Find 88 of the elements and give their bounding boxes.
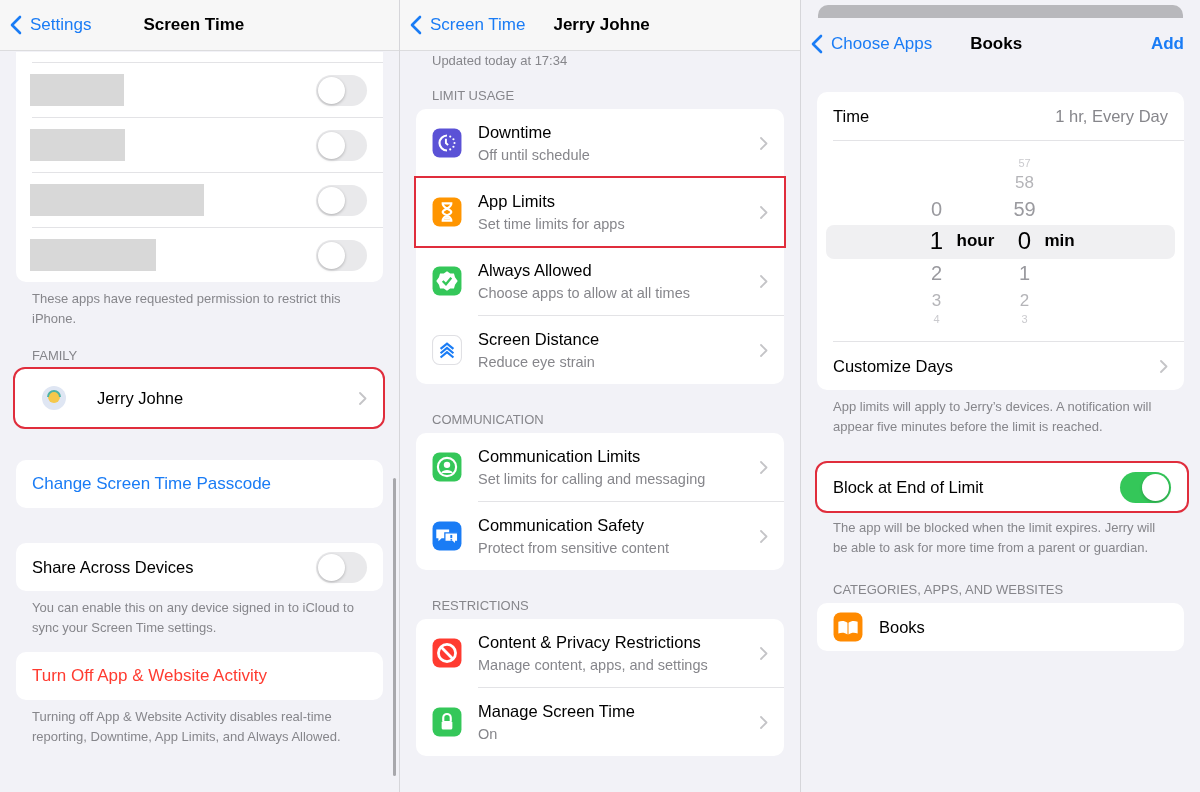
picker-unit: hour — [956, 231, 995, 251]
block-note: The app will be blocked when the limit expires. Jerry will be able to ask for more time from a parent or guardian. — [832, 519, 1157, 557]
picker-value: 58 — [1014, 173, 1035, 191]
back-icon — [410, 15, 422, 35]
toggle-switch[interactable] — [316, 129, 367, 161]
hourglass-icon — [432, 197, 462, 227]
settings-row[interactable]: Communication Safety Protect from sensitive content — [416, 502, 784, 570]
picker-value: 59 — [1012, 199, 1037, 219]
picker-value: 1 — [928, 229, 945, 253]
back-icon — [10, 15, 22, 35]
row-subtitle: Reduce eye strain — [478, 354, 596, 370]
section-header: COMMUNICATION — [431, 412, 545, 429]
picker-unit: min — [1044, 231, 1075, 251]
chevron-icon — [760, 136, 768, 150]
row-subtitle: Choose apps to allow at all times — [478, 285, 690, 301]
section-header: CATEGORIES, APPS, AND WEBSITES — [832, 582, 1065, 599]
share-note: You can enable this on any device signed in to iCloud to sync your Screen Time settings. — [31, 599, 355, 637]
customize-days-row[interactable]: Customize Days — [817, 342, 1184, 390]
chevron-icon — [760, 715, 768, 729]
nav-title: Screen Time — [143, 15, 245, 35]
picker-value: 0 — [1016, 229, 1033, 253]
chevrons-up-icon — [432, 335, 462, 365]
chat-bubbles-icon — [432, 521, 462, 551]
permission-note: These apps have requested permission to restrict this iPhone. — [31, 290, 342, 328]
picker-value: 2 — [929, 263, 944, 283]
chevron-icon — [760, 529, 768, 543]
toggle-switch[interactable] — [316, 184, 367, 216]
settings-row[interactable]: Communication Limits Set limits for calling and messaging — [416, 433, 784, 501]
section-header: LIMIT USAGE — [431, 88, 516, 105]
avatar-icon — [41, 385, 67, 411]
back-button[interactable]: Settings — [10, 15, 92, 35]
row-subtitle: Manage content, apps, and settings — [478, 657, 708, 673]
back-icon — [811, 34, 823, 54]
chevron-icon — [760, 646, 768, 660]
row-subtitle: Off until schedule — [478, 147, 590, 163]
picker-value: 0 — [929, 199, 944, 219]
toggle-switch[interactable] — [316, 551, 367, 583]
row-subtitle: Protect from sensitive content — [478, 540, 669, 556]
settings-row[interactable]: App Limits Set time limits for apps — [416, 178, 784, 246]
add-button[interactable]: Add — [1144, 34, 1190, 54]
row-title: Manage Screen Time — [478, 702, 635, 721]
back-button[interactable]: Choose Apps — [811, 34, 933, 54]
checkmark-badge-icon — [432, 266, 462, 296]
nav-title: Books — [970, 34, 1023, 54]
settings-row[interactable]: Downtime Off until schedule — [416, 109, 784, 177]
row-title: Communication Limits — [478, 447, 642, 466]
chevron-icon — [760, 205, 768, 219]
back-button[interactable]: Screen Time — [410, 15, 526, 35]
chevron-icon — [760, 460, 768, 474]
app-name: Books — [879, 617, 925, 637]
share-label: Share Across Devices — [32, 557, 194, 577]
row-title: Communication Safety — [478, 516, 645, 535]
book-icon — [833, 612, 863, 642]
section-header: FAMILY — [31, 348, 79, 365]
row-subtitle: On — [478, 726, 499, 742]
settings-row[interactable]: Manage Screen Time On — [416, 688, 784, 756]
time-value: 1 hr, Every Day — [1055, 106, 1168, 126]
row-subtitle: Set limits for calling and messaging — [478, 471, 706, 487]
settings-row[interactable]: Screen Distance Reduce eye strain — [416, 316, 784, 384]
picker-value: 3 — [930, 291, 943, 309]
settings-row[interactable]: Always Allowed Choose apps to allow at all times — [416, 247, 784, 315]
toggle-switch[interactable] — [1120, 471, 1171, 503]
chevron-icon — [359, 391, 367, 405]
picker-value: 1 — [1017, 263, 1032, 283]
chevron-icon — [760, 274, 768, 288]
turn-off-note: Turning off App & Website Activity disables real-time reporting, Downtime, App Limits, and Always Allowed. — [31, 708, 342, 746]
no-entry-icon — [432, 638, 462, 668]
settings-row[interactable]: Content & Privacy Restrictions Manage content, apps, and settings — [416, 619, 784, 687]
block-label: Block at End of Limit — [833, 477, 984, 497]
member-name: Jerry Johne — [97, 388, 184, 408]
family-member-row[interactable]: Jerry Johne — [15, 369, 383, 427]
lock-icon — [432, 707, 462, 737]
updated-note: Updated today at 17:34 — [431, 52, 569, 70]
toggle-switch[interactable] — [316, 239, 367, 271]
row-title: App Limits — [478, 192, 557, 211]
picker-value: 2 — [1018, 291, 1031, 309]
row-subtitle: Set time limits for apps — [478, 216, 625, 232]
chevron-icon — [760, 343, 768, 357]
row-title: Downtime — [478, 123, 553, 142]
row-title: Content & Privacy Restrictions — [478, 633, 702, 652]
toggle-switch[interactable] — [316, 74, 367, 106]
section-header: RESTRICTIONS — [431, 598, 530, 615]
row-title: Screen Distance — [478, 330, 600, 349]
time-label: Time — [833, 106, 870, 126]
limit-note: App limits will apply to Jerry’s devices. A notification will appear five minutes before the limit is reached. — [832, 398, 1153, 436]
chevron-icon — [1160, 359, 1168, 373]
row-title: Always Allowed — [478, 261, 593, 280]
nav-title: Jerry Johne — [553, 15, 650, 35]
